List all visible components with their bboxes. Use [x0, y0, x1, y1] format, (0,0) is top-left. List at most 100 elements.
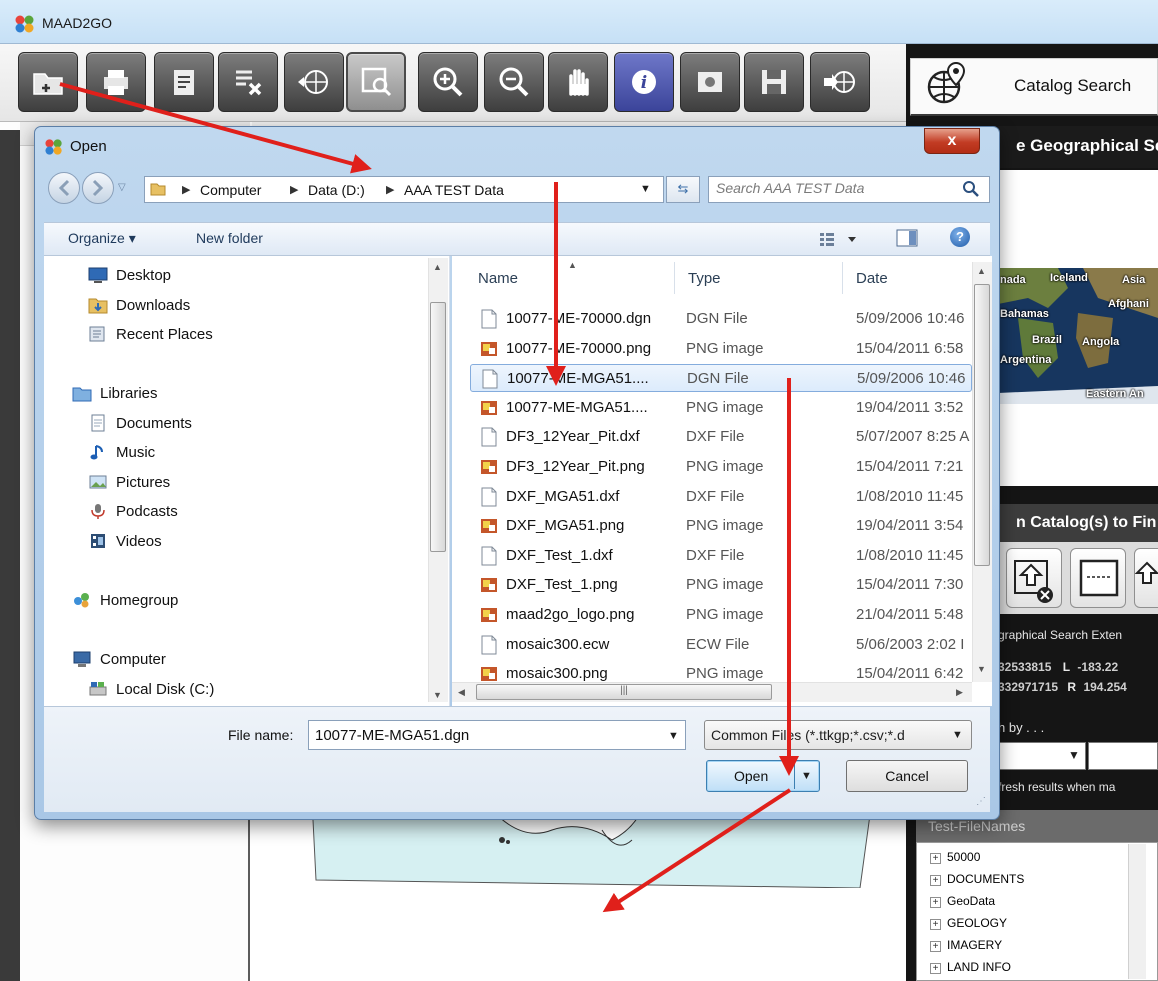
expand-icon[interactable]: + [930, 897, 941, 908]
tree-item[interactable]: + GEOLOGY [930, 916, 1007, 930]
new-folder-button[interactable]: New folder [196, 230, 263, 246]
refresh-button[interactable]: ⇆ [666, 176, 700, 203]
search-icon[interactable] [962, 180, 980, 198]
file-type: DGN File [687, 370, 749, 387]
file-row[interactable]: DXF_MGA51.png PNG image 19/04/2011 3:54 [470, 512, 972, 540]
search-input[interactable] [716, 180, 956, 196]
file-list-horizontal-thumb[interactable]: ||| [476, 684, 772, 700]
nav-item-local-disk[interactable]: Local Disk (C:) [88, 680, 214, 698]
nav-item-homegroup[interactable]: Homegroup [72, 591, 178, 609]
nav-item-videos[interactable]: Videos [88, 532, 162, 550]
file-row-selected[interactable]: 10077-ME-MGA51.... DGN File 5/09/2006 10:4… [470, 364, 972, 392]
cancel-button[interactable]: Cancel [846, 760, 968, 792]
globe-pin-icon [927, 61, 966, 104]
edit-document-button[interactable] [154, 52, 214, 112]
expand-icon[interactable]: + [930, 919, 941, 930]
pan-button[interactable] [548, 52, 608, 112]
file-list-vertical-thumb[interactable] [974, 284, 990, 566]
organize-button[interactable]: Organize ▾ [68, 230, 136, 247]
tree-item[interactable]: + IMAGERY [930, 938, 1002, 952]
view-options-icon[interactable] [818, 230, 858, 248]
layer-image-button[interactable] [680, 52, 740, 112]
scroll-left-icon[interactable]: ◀ [458, 687, 465, 698]
help-icon[interactable]: ? [950, 227, 970, 247]
nav-item-libraries[interactable]: Libraries [72, 384, 158, 402]
world-map[interactable]: nada Iceland Asia Bahamas Afghani Brazil… [998, 268, 1158, 404]
chevron-down-icon[interactable]: ▼ [668, 730, 679, 742]
export-world-button[interactable] [810, 52, 870, 112]
breadcrumb-computer[interactable]: Computer [200, 182, 261, 198]
close-button[interactable]: x [924, 128, 980, 154]
expand-icon[interactable]: + [930, 941, 941, 952]
save-button[interactable] [744, 52, 804, 112]
zoom-in-button[interactable] [418, 52, 478, 112]
file-type-select[interactable]: Common Files (*.ttkgp;*.csv;*.d [704, 720, 972, 750]
expand-icon[interactable]: + [930, 963, 941, 974]
chevron-down-icon[interactable]: ▼ [952, 729, 963, 741]
breadcrumb-data-drive[interactable]: Data (D:) [308, 182, 365, 198]
breadcrumb-aaa-test-data[interactable]: AAA TEST Data [404, 182, 504, 198]
file-row[interactable]: 10077-ME-MGA51.... PNG image 19/04/2011 3:… [470, 394, 972, 422]
scroll-down-icon[interactable]: ▼ [977, 664, 986, 674]
print-button[interactable] [86, 52, 146, 112]
scroll-down-icon[interactable]: ▼ [433, 690, 442, 700]
file-name-input[interactable] [308, 720, 686, 750]
file-row[interactable]: 10077-ME-70000.dgn DGN File 5/09/2006 10:4… [470, 305, 972, 333]
upload-extent-button[interactable] [1134, 548, 1158, 608]
tree-item[interactable]: + DOCUMENTS [930, 872, 1024, 886]
nav-item-downloads[interactable]: Downloads [88, 296, 190, 314]
nav-item-podcasts[interactable]: Podcasts [88, 502, 178, 520]
zoom-window-button[interactable] [346, 52, 406, 112]
folder-icon [150, 183, 166, 196]
nav-item-music[interactable]: Music [88, 443, 155, 461]
file-row[interactable]: maad2go_logo.png PNG image 21/04/2011 5:48 [470, 601, 972, 629]
file-name: DXF_Test_1.dxf [506, 547, 613, 564]
expand-icon[interactable]: + [930, 853, 941, 864]
file-row[interactable]: DF3_12Year_Pit.dxf DXF File 5/07/2007 8:25… [470, 423, 972, 451]
search-by-input[interactable] [1088, 742, 1158, 770]
preview-pane-icon[interactable] [896, 228, 918, 248]
scroll-up-icon[interactable]: ▲ [977, 266, 986, 276]
nav-item-pictures[interactable]: Pictures [88, 473, 170, 491]
scroll-up-icon[interactable]: ▲ [433, 262, 442, 272]
tree-item[interactable]: + LAND INFO [930, 960, 1011, 974]
scroll-right-icon[interactable]: ▶ [956, 687, 963, 698]
column-divider[interactable] [674, 262, 675, 294]
file-row[interactable]: mosaic300.ecw ECW File 5/06/2003 2:02 I [470, 631, 972, 659]
nav-item-desktop[interactable]: Desktop [88, 266, 171, 284]
resize-grip-icon[interactable]: ⋰ [976, 796, 986, 807]
back-button[interactable] [48, 172, 80, 204]
column-header-date[interactable]: Date [856, 270, 888, 287]
nav-pane-scroll-thumb[interactable] [430, 302, 446, 552]
downloads-folder-icon [88, 298, 108, 314]
info-button[interactable]: i [614, 52, 674, 112]
document-file-icon [481, 427, 497, 447]
chevron-down-icon[interactable]: ▼ [640, 183, 651, 195]
forward-button[interactable] [82, 172, 114, 204]
tree-item[interactable]: + GeoData [930, 894, 995, 908]
file-row[interactable]: 10077-ME-70000.png PNG image 15/04/2011 6:… [470, 335, 972, 363]
file-row[interactable]: DF3_12Year_Pit.png PNG image 15/04/2011 7:… [470, 453, 972, 481]
column-divider[interactable] [842, 262, 843, 294]
zoom-out-button[interactable] [484, 52, 544, 112]
file-row[interactable]: DXF_MGA51.dxf DXF File 1/08/2010 11:45 [470, 483, 972, 511]
file-row[interactable]: DXF_Test_1.png PNG image 15/04/2011 7:30 [470, 571, 972, 599]
file-type: ECW File [686, 636, 750, 653]
open-file-button[interactable] [18, 52, 78, 112]
nav-item-computer[interactable]: Computer [72, 650, 166, 668]
expand-icon[interactable]: + [930, 875, 941, 886]
tree-scrollbar[interactable] [1128, 844, 1146, 979]
draw-extent-button[interactable] [1070, 548, 1126, 608]
history-dropdown-icon[interactable]: ▽ [118, 182, 126, 193]
file-row[interactable]: DXF_Test_1.dxf DXF File 1/08/2010 11:45 [470, 542, 972, 570]
tree-item[interactable]: +50000 [930, 850, 980, 864]
column-header-type[interactable]: Type [688, 270, 721, 287]
column-header-name[interactable]: Name [478, 270, 518, 287]
nav-item-documents[interactable]: Documents [88, 414, 192, 432]
clear-extent-button[interactable] [1006, 548, 1062, 608]
world-zoom-button[interactable] [284, 52, 344, 112]
chevron-down-icon[interactable]: ▼ [801, 770, 812, 782]
clear-layers-button[interactable] [218, 52, 278, 112]
png-file-icon [481, 342, 497, 356]
nav-item-recent-places[interactable]: Recent Places [88, 325, 213, 343]
